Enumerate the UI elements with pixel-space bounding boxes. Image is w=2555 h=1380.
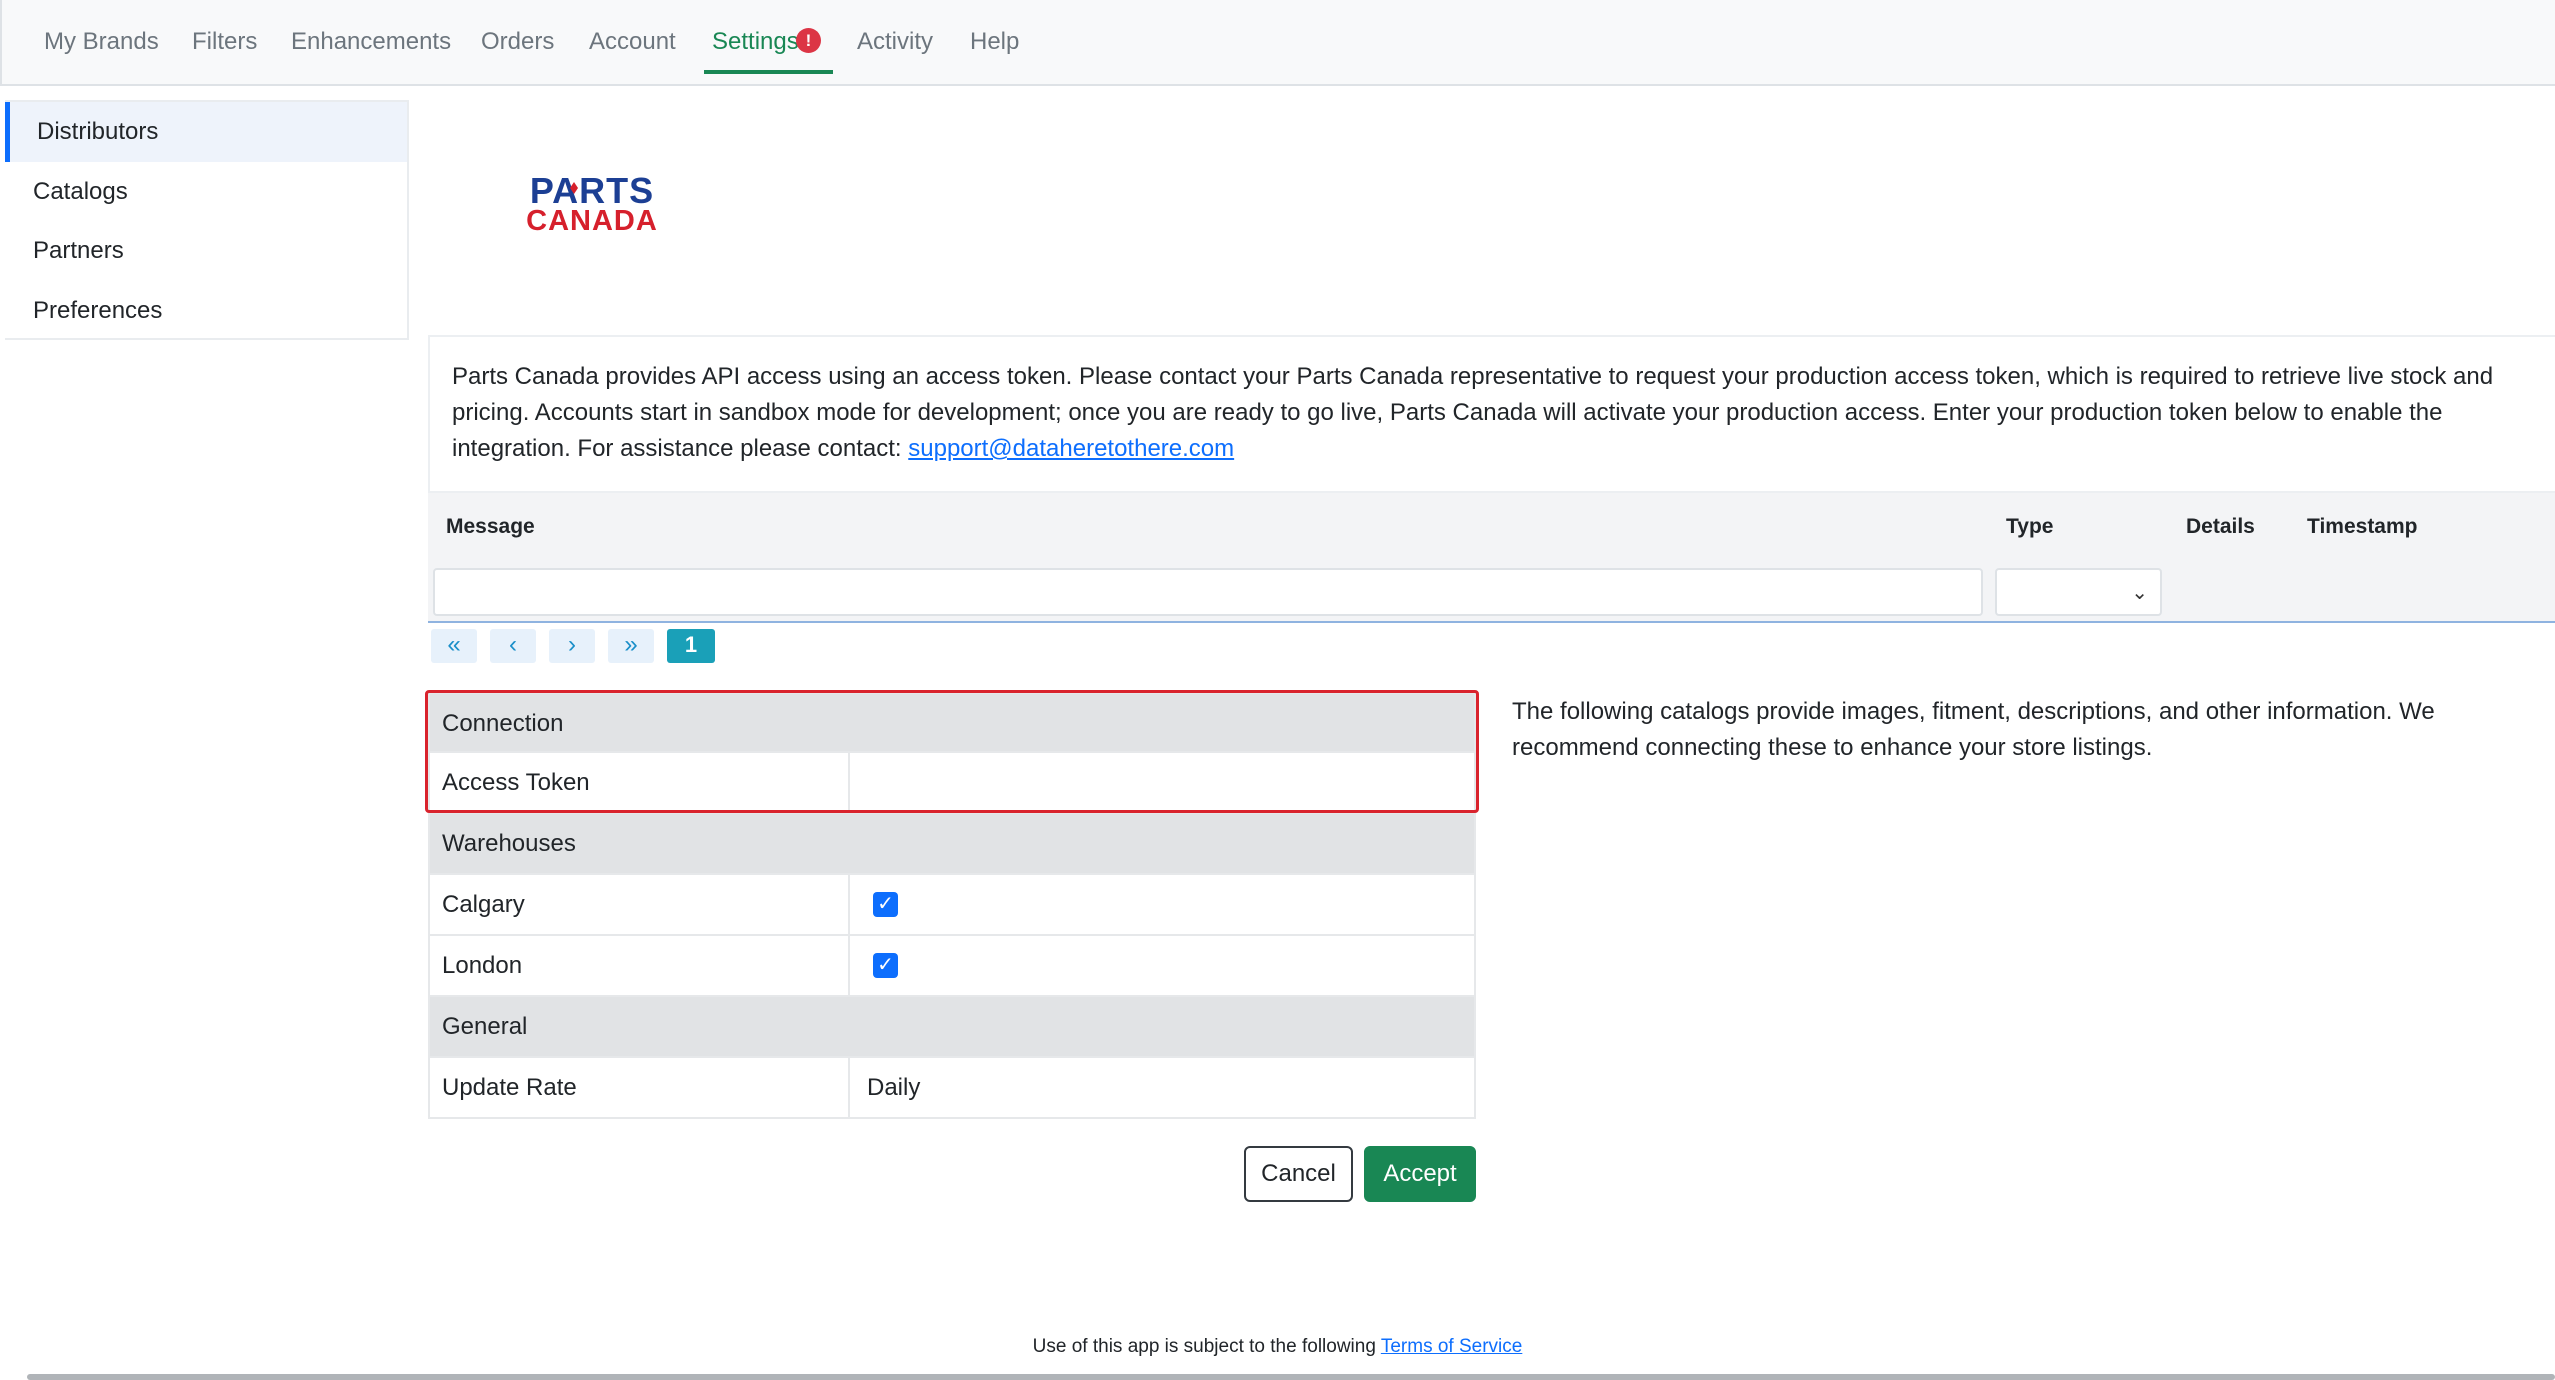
pager-next-button[interactable]: › xyxy=(549,629,595,663)
column-header-details[interactable]: Details xyxy=(2186,515,2255,539)
horizontal-scrollbar[interactable] xyxy=(27,1374,2555,1380)
message-grid: Message Type Details Timestamp ⌄ xyxy=(428,493,2555,623)
tab-enhancements[interactable]: Enhancements xyxy=(291,28,451,56)
warehouse-london-checkbox[interactable]: ✓ xyxy=(873,953,898,978)
warehouse-london-label: London xyxy=(442,952,523,979)
column-header-message[interactable]: Message xyxy=(446,515,535,539)
tab-help[interactable]: Help xyxy=(970,28,1019,56)
pager-prev-button[interactable]: ‹ xyxy=(490,629,536,663)
section-connection-label: Connection xyxy=(442,710,564,737)
type-filter-select[interactable]: ⌄ xyxy=(1995,568,2162,616)
top-navigation: My Brands Filters Enhancements Orders Ac… xyxy=(0,0,2555,86)
support-email-link[interactable]: support@dataheretothere.com xyxy=(908,435,1234,462)
tab-filters[interactable]: Filters xyxy=(192,28,257,56)
terms-of-service-link[interactable]: Terms of Service xyxy=(1381,1336,1522,1357)
sidebar-item-partners[interactable]: Partners xyxy=(5,221,407,281)
setting-row-calgary: Calgary ✓ xyxy=(428,875,1476,936)
sidebar-item-distributors[interactable]: Distributors xyxy=(5,102,407,162)
cancel-button[interactable]: Cancel xyxy=(1244,1146,1353,1202)
catalog-recommendation-text: The following catalogs provide images, f… xyxy=(1512,698,2435,761)
message-filter-input[interactable] xyxy=(433,568,1983,616)
footer: Use of this app is subject to the follow… xyxy=(0,1336,2555,1358)
column-header-type[interactable]: Type xyxy=(2006,515,2053,539)
accept-button[interactable]: Accept xyxy=(1364,1146,1476,1202)
active-tab-underline xyxy=(704,70,833,74)
chevron-down-icon: ⌄ xyxy=(2131,582,2148,604)
tab-account[interactable]: Account xyxy=(589,28,676,56)
tab-activity[interactable]: Activity xyxy=(857,28,933,56)
column-header-timestamp[interactable]: Timestamp xyxy=(2307,515,2418,539)
settings-sidebar: Distributors Catalogs Partners Preferenc… xyxy=(5,100,409,340)
section-warehouses-label: Warehouses xyxy=(442,830,576,857)
pager-last-button[interactable]: » xyxy=(608,629,654,663)
update-rate-label: Update Rate xyxy=(442,1074,577,1101)
tab-my-brands[interactable]: My Brands xyxy=(44,28,159,56)
column-divider xyxy=(848,936,850,995)
sidebar-item-catalogs[interactable]: Catalogs xyxy=(5,162,407,222)
column-divider xyxy=(848,1058,850,1117)
setting-row-london: London ✓ xyxy=(428,936,1476,997)
access-token-input[interactable] xyxy=(850,753,1474,812)
warehouse-calgary-checkbox[interactable]: ✓ xyxy=(873,892,898,917)
setting-row-access-token: Access Token xyxy=(428,753,1476,814)
sidebar-item-preferences[interactable]: Preferences xyxy=(5,281,407,341)
settings-alert-badge: ! xyxy=(796,28,821,53)
section-general: General xyxy=(428,997,1476,1058)
tab-settings[interactable]: Settings xyxy=(712,28,799,56)
section-general-label: General xyxy=(442,1013,528,1040)
update-rate-value[interactable]: Daily xyxy=(867,1058,920,1117)
distributor-description: Parts Canada provides API access using a… xyxy=(428,335,2555,493)
setting-row-update-rate: Update Rate Daily xyxy=(428,1058,1476,1119)
section-connection: Connection xyxy=(428,692,1476,753)
description-text: Parts Canada provides API access using a… xyxy=(452,363,2494,462)
section-warehouses: Warehouses xyxy=(428,814,1476,875)
access-token-label: Access Token xyxy=(442,769,590,796)
parts-canada-logo: PARTS CANADA xyxy=(500,170,684,241)
tab-orders[interactable]: Orders xyxy=(481,28,554,56)
warehouse-calgary-label: Calgary xyxy=(442,891,525,918)
column-divider xyxy=(848,875,850,934)
svg-text:CANADA: CANADA xyxy=(526,205,658,234)
footer-text: Use of this app is subject to the follow… xyxy=(1032,1336,1381,1357)
pager-first-button[interactable]: « xyxy=(431,629,477,663)
pager-current-page[interactable]: 1 xyxy=(667,629,715,663)
